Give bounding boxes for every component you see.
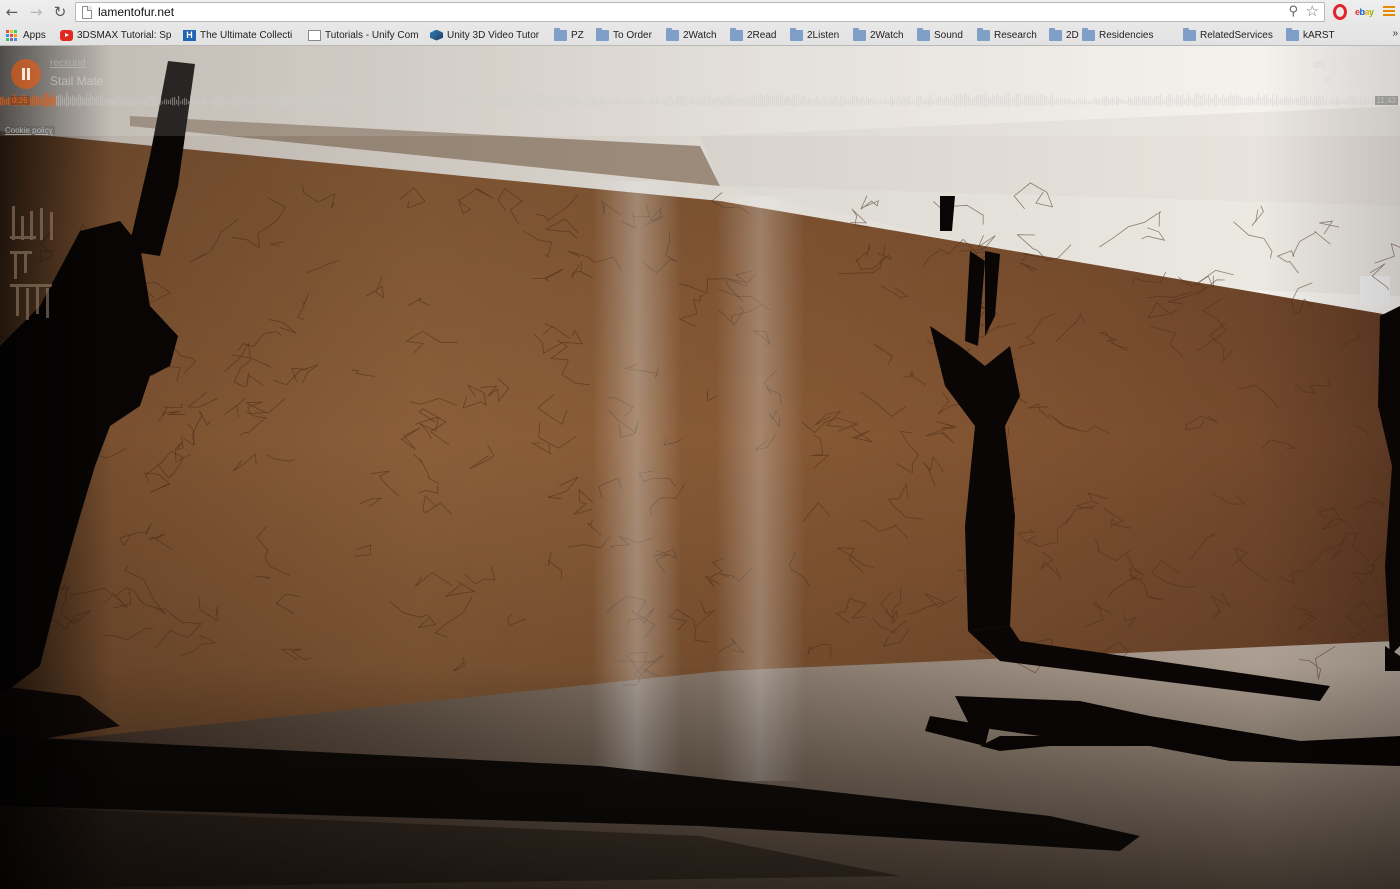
bookmark-label: 2Watch xyxy=(683,29,717,41)
bookmark-karst[interactable]: kARST xyxy=(1286,27,1336,43)
waveform-seekbar[interactable] xyxy=(0,88,1400,118)
bookmark-to-order[interactable]: To Order xyxy=(596,27,658,43)
bookmark-residencies[interactable]: Residencies xyxy=(1082,27,1176,43)
ebay-extension-icon[interactable]: ebay xyxy=(1355,5,1374,19)
folder-icon xyxy=(554,27,567,41)
url-text[interactable]: lamentofur.net xyxy=(98,5,174,20)
folder-icon xyxy=(596,27,609,41)
bookmark-2watch[interactable]: 2Watch xyxy=(666,27,722,43)
bookmark-label: The Ultimate Collecti xyxy=(200,29,293,41)
track-title[interactable]: Stail Mate xyxy=(50,74,103,88)
track-artist-link[interactable]: recsund xyxy=(50,58,86,69)
bookmark-the-ultimate-collecti[interactable]: H The Ultimate Collecti xyxy=(183,27,298,43)
forward-arrow-icon[interactable]: → xyxy=(27,3,45,21)
bookmark-label: Sound xyxy=(934,29,963,41)
bookmark-star-icon[interactable]: ☆ xyxy=(1306,3,1319,20)
soundcloud-logo[interactable]: SOUNDCLOUD xyxy=(1313,60,1392,69)
page-content xyxy=(0,46,1400,889)
bookmark-label: 2Listen xyxy=(807,29,840,41)
track-duration: 11:43 xyxy=(1374,96,1398,105)
folder-icon xyxy=(1183,27,1196,41)
bookmark-label: 2Watch xyxy=(870,29,904,41)
soundcloud-player: recsund Stail Mate SOUNDCLOUD ♥ ⤓ ⇪ Shar… xyxy=(0,46,1400,136)
share-button[interactable]: ⇪ Share xyxy=(1356,77,1392,87)
folder-icon xyxy=(730,27,743,41)
folder-icon xyxy=(1082,27,1095,41)
bookmark-sound[interactable]: Sound xyxy=(917,27,969,43)
zoom-icon[interactable]: ⚲ xyxy=(1288,4,1298,20)
apps-grid-icon xyxy=(6,29,19,41)
bookmark-2watch[interactable]: 2Watch xyxy=(853,27,909,43)
soundcloud-cloud-icon xyxy=(1313,61,1327,68)
elapsed-time: 0:26 xyxy=(10,96,30,105)
hbox-icon: H xyxy=(183,29,196,41)
bookmark-label: To Order xyxy=(613,29,652,41)
site-logo-icon[interactable] xyxy=(10,206,70,326)
bookmark-label: 2Do xyxy=(1066,29,1079,41)
back-arrow-icon[interactable]: ← xyxy=(3,3,21,21)
bookmark-label: 3DSMAX Tutorial: Sp xyxy=(77,29,172,41)
bookmark-label: Unity 3D Video Tutor xyxy=(447,29,540,41)
bookmark-research[interactable]: Research xyxy=(977,27,1041,43)
folder-icon xyxy=(790,27,803,41)
browser-chrome: ← → ↻ lamentofur.net ⚲ ☆ ebay Apps 3DSMAX… xyxy=(0,0,1400,46)
bookmark-2listen[interactable]: 2Listen xyxy=(790,27,846,43)
player-actions: ♥ ⤓ ⇪ Share xyxy=(1324,77,1392,87)
bookmark-label: Tutorials - Unify Com xyxy=(325,29,419,41)
bookmarks-overflow-chevron-icon[interactable]: » xyxy=(1392,28,1398,39)
bookmark-pz[interactable]: PZ xyxy=(554,27,590,43)
pause-button[interactable] xyxy=(11,59,41,89)
bookmark-label: RelatedServices xyxy=(1200,29,1273,41)
address-bar[interactable]: lamentofur.net ⚲ ☆ xyxy=(75,2,1325,22)
page-icon xyxy=(82,6,92,19)
unity-icon xyxy=(430,29,443,41)
opera-extension-icon[interactable] xyxy=(1333,4,1347,20)
cookie-policy-link[interactable]: Cookie policy xyxy=(3,126,55,135)
share-label: Share xyxy=(1366,77,1392,87)
bookmark-2do[interactable]: 2Do xyxy=(1049,27,1079,43)
bookmark-label: Residencies xyxy=(1099,29,1154,41)
share-icon: ⇪ xyxy=(1355,77,1367,87)
bookmarks-bar: Apps 3DSMAX Tutorial: Sp H The Ultimate Col… xyxy=(0,25,1400,45)
soundcloud-brand-text: SOUNDCLOUD xyxy=(1330,60,1392,69)
bookmark-tutorials-unify-com[interactable]: Tutorials - Unify Com xyxy=(308,27,420,43)
folder-icon xyxy=(853,27,866,41)
browser-toolbar: ← → ↻ lamentofur.net ⚲ ☆ ebay xyxy=(0,0,1400,24)
bookmark-label: kARST xyxy=(1303,29,1335,41)
bookmark-label: 2Read xyxy=(747,29,777,41)
bookmark-relatedservices[interactable]: RelatedServices xyxy=(1183,27,1279,43)
bookmark-label: PZ xyxy=(571,29,584,41)
bookmark-3dsmax-tutorial-sp[interactable]: 3DSMAX Tutorial: Sp xyxy=(60,27,172,43)
youtube-icon xyxy=(60,29,73,41)
like-heart-icon[interactable]: ♥ xyxy=(1324,77,1332,87)
folder-icon xyxy=(1286,27,1299,41)
bookmark-unity-3d-video-tutor[interactable]: Unity 3D Video Tutor xyxy=(430,27,542,43)
bookmark-label: Research xyxy=(994,29,1037,41)
bookmark-2read[interactable]: 2Read xyxy=(730,27,782,43)
download-icon[interactable]: ⤓ xyxy=(1342,77,1346,87)
folder-icon xyxy=(666,27,679,41)
folder-icon xyxy=(917,27,930,41)
folder-icon xyxy=(977,27,990,41)
reload-icon[interactable]: ↻ xyxy=(51,3,69,21)
bookmark-label: Apps xyxy=(23,29,46,41)
folder-icon xyxy=(1049,27,1062,41)
document-icon xyxy=(308,29,321,41)
background-photo xyxy=(0,46,1400,889)
bookmark-apps[interactable]: Apps xyxy=(6,27,50,43)
menu-icon[interactable] xyxy=(1383,6,1395,17)
